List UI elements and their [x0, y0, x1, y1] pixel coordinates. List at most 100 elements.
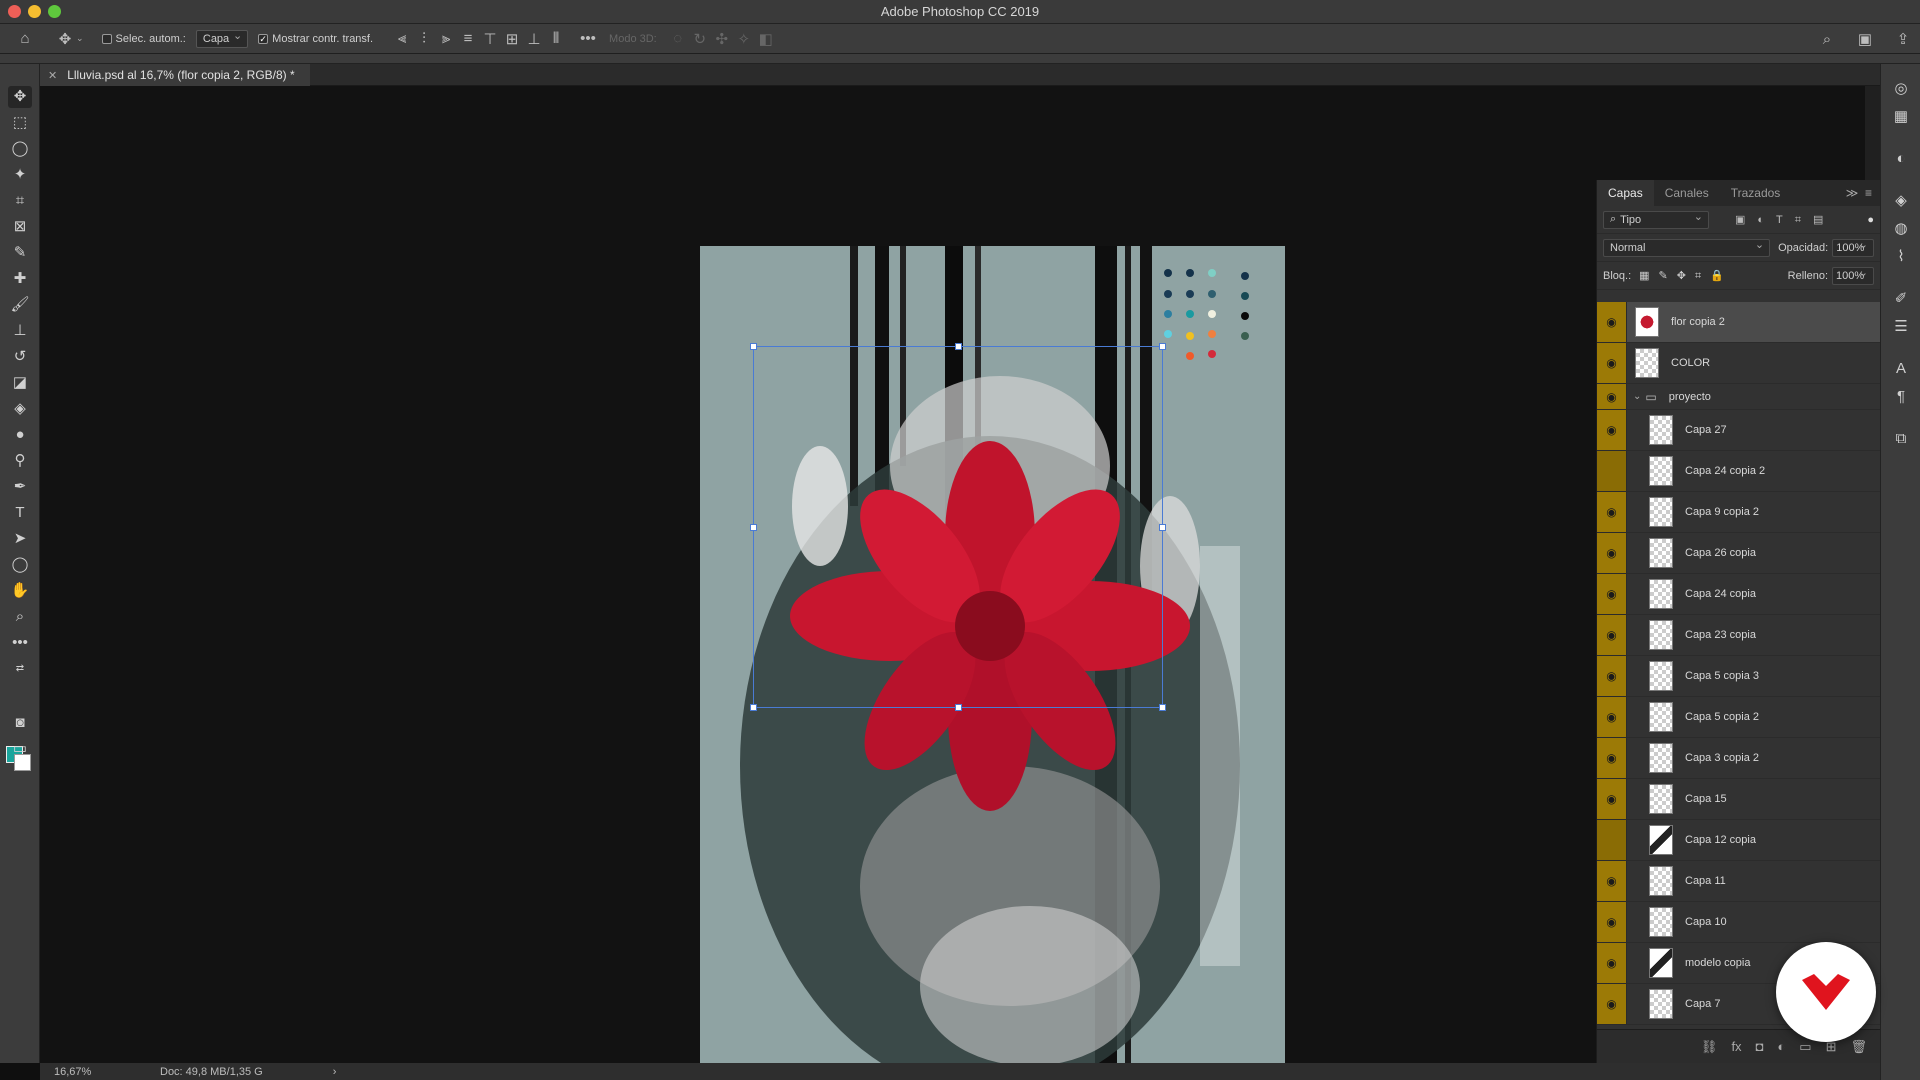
status-menu-arrow-icon[interactable]: ›: [333, 1066, 337, 1078]
color-panel-icon[interactable]: ◎: [1889, 78, 1913, 100]
layer-row[interactable]: Capa 24 copia 2: [1597, 451, 1881, 492]
paint-bucket-tool-icon[interactable]: ◈: [8, 398, 32, 420]
pen-tool-icon[interactable]: ✒: [8, 476, 32, 498]
marquee-tool-icon[interactable]: ⬚: [8, 112, 32, 134]
move-tool-icon[interactable]: ✥: [8, 86, 32, 108]
fill-input[interactable]: 100%: [1832, 266, 1874, 285]
transform-handle-top-left[interactable]: [750, 343, 757, 350]
character-panel-icon[interactable]: A: [1889, 358, 1913, 380]
transform-handle-bottom[interactable]: [955, 704, 962, 711]
align-center-icon[interactable]: ⫶: [413, 30, 435, 47]
edit-toolbar-icon[interactable]: •••: [8, 632, 32, 654]
auto-select-checkbox[interactable]: [101, 33, 112, 44]
blur-tool-icon[interactable]: ●: [8, 424, 32, 446]
align-bottom-icon[interactable]: ⊥: [523, 30, 545, 48]
layer-row[interactable]: ◉ Capa 24 copia: [1597, 574, 1881, 615]
layer-visibility-toggle[interactable]: ◉: [1597, 410, 1627, 450]
layer-row[interactable]: ◉ Capa 27: [1597, 410, 1881, 451]
layer-visibility-toggle[interactable]: [1597, 451, 1627, 491]
layer-filter-dropdown[interactable]: ⌕ Tipo: [1603, 210, 1709, 229]
show-transform-checkbox[interactable]: ✓: [258, 33, 269, 44]
distribute-icon[interactable]: ≡: [457, 30, 479, 47]
layer-visibility-toggle[interactable]: ◉: [1597, 861, 1627, 901]
adjustments-panel-icon[interactable]: ◐: [1889, 148, 1913, 170]
hand-tool-icon[interactable]: ✋: [8, 580, 32, 602]
history-brush-tool-icon[interactable]: ↺: [8, 346, 32, 368]
brush-tool-icon[interactable]: 🖌: [8, 294, 32, 316]
frame-tool-icon[interactable]: ⊠: [8, 216, 32, 238]
workspace-icon[interactable]: ▣: [1854, 30, 1876, 48]
clone-stamp-tool-icon[interactable]: ⊥: [8, 320, 32, 342]
transform-handle-bottom-left[interactable]: [750, 704, 757, 711]
layer-row[interactable]: ◉ Capa 5 copia 3: [1597, 656, 1881, 697]
filter-type-icons[interactable]: ▣◐T⌗▤: [1735, 213, 1835, 227]
adjustment-layer-icon[interactable]: ◐: [1777, 1039, 1785, 1054]
layer-visibility-toggle[interactable]: ◉: [1597, 779, 1627, 819]
auto-select-target-dropdown[interactable]: Capa: [195, 29, 249, 48]
tab-paths[interactable]: Trazados: [1720, 180, 1792, 206]
layer-row[interactable]: ◉ flor copia 2: [1597, 302, 1881, 343]
slide-3d-icon[interactable]: ✧: [733, 30, 755, 48]
quick-mask-icon[interactable]: ◙: [8, 712, 32, 734]
libraries-panel-icon[interactable]: ⧉: [1889, 428, 1913, 450]
search-icon[interactable]: ⌕: [1816, 31, 1838, 48]
layer-row[interactable]: Capa 12 copia: [1597, 820, 1881, 861]
align-middle-icon[interactable]: ⊞: [501, 30, 523, 48]
layer-row[interactable]: ◉ Capa 23 copia: [1597, 615, 1881, 656]
swap-colors-icon[interactable]: ⇄: [8, 658, 32, 680]
path-selection-tool-icon[interactable]: ➤: [8, 528, 32, 550]
home-icon[interactable]: ⌂: [14, 30, 36, 47]
layer-visibility-toggle[interactable]: ◉: [1597, 697, 1627, 737]
transform-bounding-box[interactable]: [750, 343, 1166, 711]
layer-row[interactable]: ◉ COLOR: [1597, 343, 1881, 384]
document-tab[interactable]: ✕ Llluvia.psd al 16,7% (flor copia 2, RG…: [40, 64, 310, 86]
pan-3d-icon[interactable]: ✣: [711, 30, 733, 48]
layer-row[interactable]: ◉ Capa 10: [1597, 902, 1881, 943]
layer-style-icon[interactable]: fx: [1731, 1039, 1741, 1054]
link-layers-icon[interactable]: ⛓: [1701, 1039, 1718, 1055]
paragraph-panel-icon[interactable]: ¶: [1889, 386, 1913, 408]
delete-layer-icon[interactable]: 🗑: [1850, 1039, 1867, 1055]
layer-visibility-toggle[interactable]: ◉: [1597, 738, 1627, 778]
group-expand-icon[interactable]: ⌄: [1633, 391, 1641, 402]
layer-row[interactable]: ◉ Capa 26 copia: [1597, 533, 1881, 574]
lasso-tool-icon[interactable]: ◯: [8, 138, 32, 160]
new-group-icon[interactable]: ▭: [1799, 1039, 1811, 1055]
layer-visibility-toggle[interactable]: ◉: [1597, 492, 1627, 532]
transform-handle-bottom-right[interactable]: [1159, 704, 1166, 711]
dodge-tool-icon[interactable]: ⚲: [8, 450, 32, 472]
transform-handle-top[interactable]: [955, 343, 962, 350]
lock-icons[interactable]: ▦✎✥⌗🔒: [1639, 269, 1733, 283]
layer-row[interactable]: ◉ Capa 3 copia 2: [1597, 738, 1881, 779]
crop-tool-icon[interactable]: ⌗: [8, 190, 32, 212]
tab-layers[interactable]: Capas: [1597, 180, 1654, 206]
magic-wand-tool-icon[interactable]: ✦: [8, 164, 32, 186]
layer-group-row[interactable]: ◉ ⌄ ▭ proyecto: [1597, 384, 1881, 410]
roll-3d-icon[interactable]: ↻: [689, 30, 711, 48]
type-tool-icon[interactable]: T: [8, 502, 32, 524]
brand-badge[interactable]: [1776, 942, 1876, 1042]
layer-visibility-toggle[interactable]: ◉: [1597, 984, 1627, 1024]
channels-panel-icon[interactable]: ◍: [1889, 218, 1913, 240]
layer-visibility-toggle[interactable]: ◉: [1597, 574, 1627, 614]
panel-menu-icon[interactable]: ≫ ≡: [1846, 186, 1872, 200]
align-top-icon[interactable]: ⊤: [479, 30, 501, 48]
layer-visibility-toggle[interactable]: ◉: [1597, 533, 1627, 573]
orbit-3d-icon[interactable]: ◌: [667, 30, 689, 47]
eraser-tool-icon[interactable]: ◪: [8, 372, 32, 394]
transform-handle-top-right[interactable]: [1159, 343, 1166, 350]
layer-visibility-toggle[interactable]: ◉: [1597, 302, 1627, 342]
distribute-vertical-icon[interactable]: ⦀: [545, 30, 567, 47]
opacity-input[interactable]: 100%: [1832, 238, 1874, 257]
align-right-icon[interactable]: ⫸: [435, 30, 457, 47]
layer-visibility-toggle[interactable]: ◉: [1597, 343, 1627, 383]
eyedropper-tool-icon[interactable]: ✎: [8, 242, 32, 264]
share-icon[interactable]: ⇪: [1892, 30, 1914, 48]
healing-brush-tool-icon[interactable]: ✚: [8, 268, 32, 290]
layer-row[interactable]: ◉ Capa 9 copia 2: [1597, 492, 1881, 533]
blend-mode-dropdown[interactable]: Normal: [1603, 238, 1771, 257]
layers-panel-icon[interactable]: ◈: [1889, 190, 1913, 212]
add-mask-icon[interactable]: ◘: [1756, 1039, 1764, 1054]
layer-row[interactable]: ◉ Capa 15: [1597, 779, 1881, 820]
tab-channels[interactable]: Canales: [1654, 180, 1720, 206]
